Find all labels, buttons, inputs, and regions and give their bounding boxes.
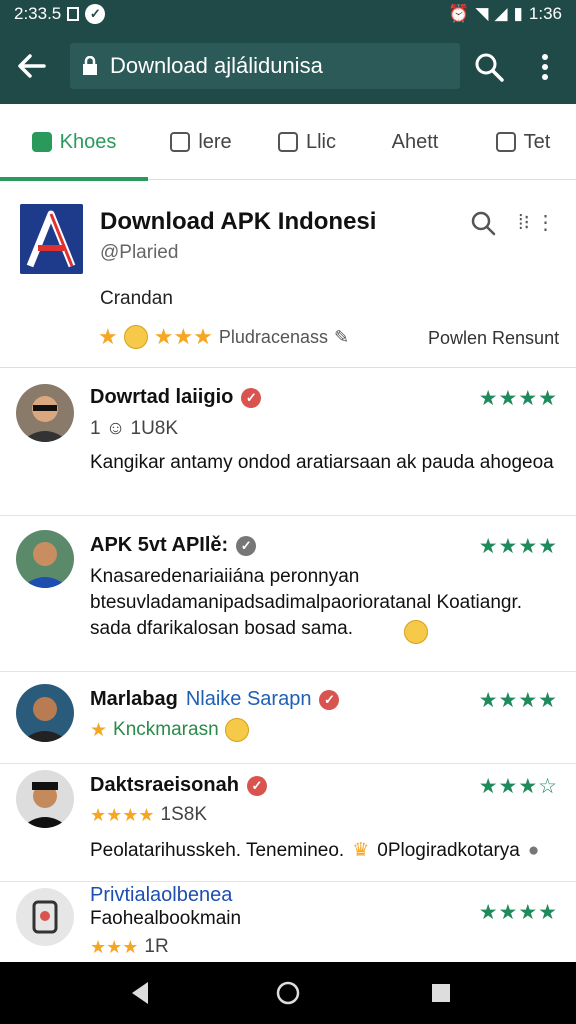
app-title: Download APK Indonesi bbox=[100, 208, 377, 235]
app-rating-row: ★ ★★★ Pludracenass ✎ bbox=[98, 324, 349, 350]
review-meta: ★★★ 1R bbox=[90, 936, 169, 958]
review-text: Faohealbookmain bbox=[90, 908, 242, 929]
smiley-icon bbox=[404, 620, 428, 644]
battery-icon: ▮ bbox=[513, 4, 523, 23]
app-extra-text: Powlen Rensunt bbox=[428, 328, 560, 348]
review-meta: ★ Knckmarasn bbox=[90, 718, 249, 742]
tab-lere-icon bbox=[170, 132, 191, 152]
review-text: Peolatarihusskeh. Tenemineo. bbox=[90, 840, 345, 861]
review-meta: ★★★★ 1S8K bbox=[90, 804, 207, 826]
tab-label: Llic bbox=[305, 130, 336, 153]
verified-badge-icon: ✓ bbox=[236, 535, 257, 556]
review-stars: ★★★★ bbox=[478, 387, 558, 410]
review-stars: ★★★☆ bbox=[478, 775, 558, 798]
review-rating-stars: ★★★★ bbox=[90, 804, 155, 825]
reviewer-name[interactable]: APK 5vt APIlě: ✓ bbox=[90, 534, 257, 557]
more-options-icon[interactable]: ⁞⁝ ⋮ bbox=[518, 210, 555, 235]
lock-icon bbox=[83, 56, 97, 75]
tab-lere[interactable]: lere bbox=[148, 104, 254, 180]
avatar[interactable] bbox=[16, 530, 74, 588]
nav-recents-icon[interactable] bbox=[426, 978, 456, 1008]
smiley-icon bbox=[224, 718, 249, 742]
review-meta-text: Knckmarasn bbox=[113, 719, 219, 740]
review-text-row: Peolatarihusskeh. Tenemineo. ♛ 0Plogirad… bbox=[90, 838, 560, 864]
review-text: Kangikar antamy ondod aratiarsaan ak pau… bbox=[90, 452, 554, 473]
reviewer-name-highlight: Nlaike Sarapn bbox=[185, 688, 312, 710]
notification-icon bbox=[67, 7, 80, 21]
app-logo-icon[interactable] bbox=[20, 204, 83, 274]
avatar[interactable] bbox=[16, 770, 74, 828]
wifi-icon: ◥ bbox=[475, 4, 489, 23]
review-stars: ★★★★ bbox=[478, 901, 558, 924]
avatar[interactable] bbox=[16, 888, 74, 946]
search-icon[interactable] bbox=[470, 210, 496, 236]
reviewer-name[interactable]: Marlabag Nlaike Sarapn ✓ bbox=[90, 688, 340, 711]
review-stars: ★★★★ bbox=[478, 689, 558, 712]
overflow-menu-icon[interactable] bbox=[530, 50, 560, 84]
tab-bar: Khoes lere Llic Ahett Tet bbox=[0, 104, 576, 181]
app-description: Crandan bbox=[100, 288, 173, 309]
avatar[interactable] bbox=[16, 684, 74, 742]
verified-badge-icon: ✓ bbox=[241, 387, 262, 408]
location-icon: ● bbox=[527, 840, 540, 861]
edit-icon[interactable]: ✎ bbox=[334, 327, 349, 348]
tab-label: Ahett bbox=[391, 130, 439, 153]
app-rating-text: Pludracenass bbox=[218, 326, 328, 347]
smiley-icon bbox=[123, 325, 148, 349]
app-header-card: Download APK Indonesi @Plaried Crandan ★… bbox=[0, 182, 576, 368]
tab-tet[interactable]: Tet bbox=[470, 104, 576, 180]
status-bar: 2:33.5 ✓ ⏰ ◥ ◢ ▮ 1:36 bbox=[0, 0, 576, 28]
reviewer-name[interactable]: Privtialaolbenea bbox=[90, 884, 232, 907]
app-rating-stars: ★ bbox=[98, 324, 118, 349]
reviewer-name-text: Dowrtad laiigio bbox=[90, 386, 234, 408]
app-rating-stars: ★★★ bbox=[153, 324, 213, 349]
url-bar[interactable]: Download ajlálidunisa bbox=[70, 43, 460, 89]
nav-back-icon[interactable] bbox=[126, 978, 156, 1008]
reviewer-name-text: APK 5vt APIlě: bbox=[90, 534, 229, 556]
browser-toolbar: Download ajlálidunisa bbox=[0, 28, 576, 104]
app-notification-icon: ✓ bbox=[85, 4, 106, 24]
search-icon[interactable] bbox=[472, 50, 506, 84]
app-handle: @Plaried bbox=[100, 242, 179, 263]
review-text-extra: 0Plogiradkotarya bbox=[377, 840, 520, 861]
review-item: Dowrtad laiigio ✓ ★★★★ 1 ☺ 1U8K Kangikar… bbox=[0, 368, 576, 516]
tab-llic[interactable]: Llic bbox=[254, 104, 360, 180]
verified-badge-icon: ✓ bbox=[319, 689, 340, 710]
review-meta: 1 ☺ 1U8K bbox=[90, 418, 178, 440]
signal-icon: ◢ bbox=[494, 4, 508, 23]
status-time-left: 2:33.5 bbox=[14, 4, 62, 23]
tab-llic-icon bbox=[277, 132, 298, 152]
reviewer-name[interactable]: Dowrtad laiigio ✓ bbox=[90, 386, 262, 409]
status-time-right: 1:36 bbox=[528, 4, 562, 23]
tab-label: lere bbox=[198, 130, 232, 153]
verified-badge-icon: ✓ bbox=[246, 775, 267, 796]
crown-icon: ♛ bbox=[352, 840, 370, 861]
review-text: Knasaredenariaiiána peronnyan btesuvlada… bbox=[90, 566, 523, 639]
reviewer-name-text: Marlabag bbox=[90, 688, 178, 710]
tab-khoes[interactable]: Khoes bbox=[0, 104, 148, 181]
review-stars: ★★★★ bbox=[478, 535, 558, 558]
alarm-icon: ⏰ bbox=[448, 4, 470, 23]
review-rating-stars: ★★★ bbox=[90, 936, 139, 957]
review-item: Privtialaolbenea ★★★★ Faohealbookmain ★★… bbox=[0, 882, 576, 962]
tab-tet-icon bbox=[495, 132, 516, 152]
star-icon: ★ bbox=[90, 719, 108, 741]
back-arrow-icon[interactable] bbox=[14, 50, 54, 82]
url-text: Download ajlálidunisa bbox=[110, 53, 323, 78]
avatar[interactable] bbox=[16, 384, 74, 442]
review-item: Daktsraeisonah ✓ ★★★☆ ★★★★ 1S8K Peolatar… bbox=[0, 764, 576, 882]
tab-khoes-icon bbox=[31, 132, 52, 152]
review-meta-text: 1R bbox=[144, 936, 169, 957]
reviewer-name[interactable]: Daktsraeisonah ✓ bbox=[90, 774, 267, 797]
system-nav-bar bbox=[0, 962, 576, 1024]
tab-ahett[interactable]: Ahett bbox=[360, 104, 470, 180]
nav-home-icon[interactable] bbox=[273, 978, 303, 1008]
tab-label: Tet bbox=[523, 130, 551, 153]
reviewer-name-text: Daktsraeisonah bbox=[90, 774, 239, 796]
review-item: Marlabag Nlaike Sarapn ✓ ★★★★ ★ Knckmara… bbox=[0, 672, 576, 764]
tab-label: Khoes bbox=[59, 130, 117, 153]
review-meta-text: 1S8K bbox=[160, 804, 208, 825]
review-item: APK 5vt APIlě: ✓ ★★★★ Knasaredenariaiián… bbox=[0, 516, 576, 672]
review-meta-text: 1 ☺ 1U8K bbox=[90, 418, 179, 439]
